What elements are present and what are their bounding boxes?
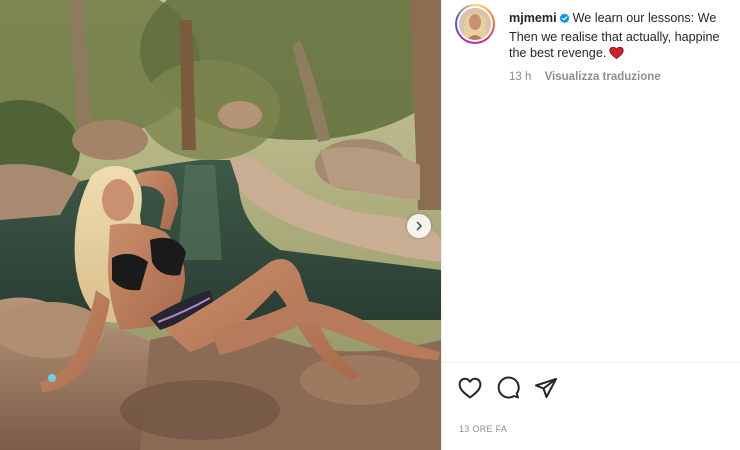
- post-sidebar: mjmemi We learn our lessons: We Then we r…: [442, 0, 740, 450]
- caption-meta: 13 h Visualizza traduzione: [509, 71, 661, 83]
- carousel-next-button[interactable]: [407, 214, 431, 238]
- time-ago: 13 h: [509, 71, 532, 83]
- translate-button[interactable]: Visualizza traduzione: [545, 71, 661, 83]
- red-heart-icon: [609, 46, 624, 65]
- share-button[interactable]: [534, 377, 558, 399]
- comment-button[interactable]: [496, 376, 520, 400]
- post-timestamp: 13 ORE FA: [459, 424, 508, 434]
- caption-line-3: the best revenge.: [509, 46, 607, 60]
- paper-plane-icon: [535, 378, 557, 398]
- caption-line-2: Then we realise that actually, happine: [509, 29, 720, 44]
- post-photo[interactable]: [0, 0, 441, 450]
- avatar-image: [459, 8, 491, 40]
- avatar[interactable]: [459, 8, 491, 40]
- photo-scene: [0, 0, 441, 450]
- caption-line-1: We learn our lessons: We: [572, 11, 717, 25]
- comment-bubble-icon: [497, 376, 520, 399]
- username-link[interactable]: mjmemi: [509, 11, 557, 25]
- story-ring[interactable]: [455, 4, 495, 44]
- chevron-right-icon: [416, 221, 422, 231]
- verified-badge-icon: [559, 12, 570, 29]
- actions-divider: [442, 362, 740, 363]
- post-caption: mjmemi We learn our lessons: We Then we r…: [509, 10, 740, 65]
- action-bar: [458, 375, 558, 401]
- like-button[interactable]: [458, 377, 482, 399]
- heart-outline-icon: [458, 377, 482, 399]
